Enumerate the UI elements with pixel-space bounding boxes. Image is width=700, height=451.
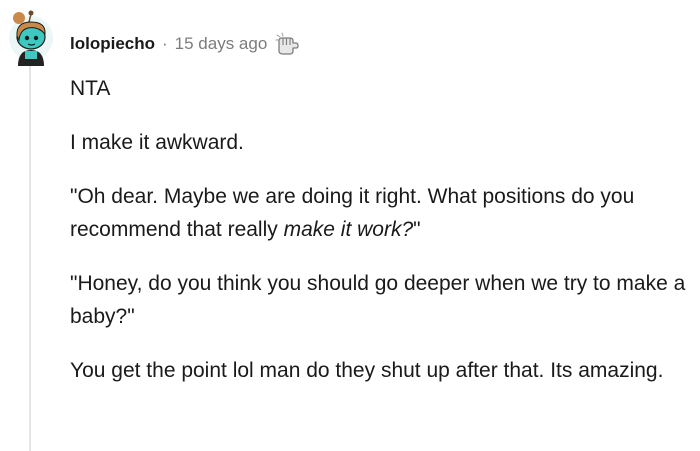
comment: lolopiecho · 15 days ago NTA I make it a… — [0, 0, 700, 451]
comment-body: NTA I make it awkward. "Oh dear. Maybe w… — [70, 72, 690, 408]
username-link[interactable]: lolopiecho — [70, 34, 155, 54]
snoo-avatar-icon[interactable] — [8, 8, 54, 66]
meta-separator: · — [162, 34, 168, 53]
paragraph-emphasis: make it work? — [283, 218, 414, 241]
comment-paragraph: NTA — [70, 77, 111, 100]
comment-paragraph: "Oh dear. Maybe we are doing it right. W… — [70, 180, 690, 246]
timestamp-link[interactable]: 15 days ago — [175, 34, 268, 54]
comment-paragraph: I make it awkward. — [70, 131, 244, 154]
thread-line[interactable] — [29, 66, 31, 451]
paragraph-text: " — [413, 218, 421, 241]
comment-header: lolopiecho · 15 days ago — [70, 30, 300, 58]
comment-paragraph: You get the point lol man do they shut u… — [70, 359, 664, 382]
helpful-hand-award-icon[interactable] — [274, 31, 300, 57]
comment-paragraph: "Honey, do you think you should go deepe… — [70, 272, 686, 328]
